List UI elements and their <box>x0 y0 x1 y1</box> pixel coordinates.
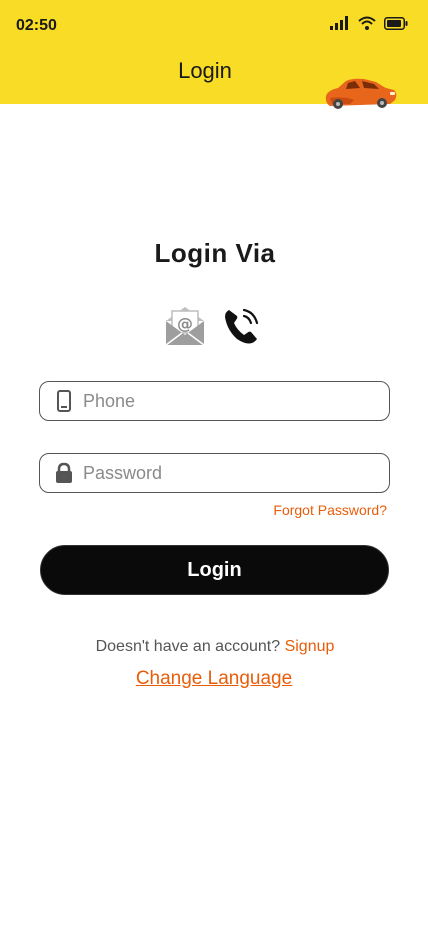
app-header: 02:50 Login <box>0 0 428 109</box>
signup-prompt: Doesn't have an account? Signup <box>0 638 428 656</box>
change-language-link[interactable]: Change Language <box>0 668 428 690</box>
signup-link[interactable]: Signup <box>285 638 335 655</box>
status-time: 02:50 <box>16 17 57 34</box>
phone-field[interactable] <box>39 381 390 421</box>
mobile-phone-icon <box>57 390 71 412</box>
password-field[interactable] <box>39 453 390 493</box>
signal-icon <box>330 16 348 30</box>
wifi-icon <box>358 16 376 30</box>
login-method-selector: @ <box>164 305 262 347</box>
status-icons <box>330 16 408 30</box>
email-icon[interactable]: @ <box>164 305 206 347</box>
phone-call-icon[interactable] <box>222 306 262 346</box>
login-button[interactable]: Login <box>40 545 389 595</box>
phone-input[interactable] <box>82 382 389 420</box>
svg-text:@: @ <box>177 314 193 333</box>
taxi-car-icon <box>325 78 397 109</box>
password-input[interactable] <box>82 454 389 492</box>
lock-icon <box>56 462 72 483</box>
battery-icon <box>384 16 408 30</box>
login-via-heading: Login Via <box>154 238 276 268</box>
no-account-text: Doesn't have an account? <box>95 638 281 655</box>
forgot-password-link[interactable]: Forgot Password? <box>273 502 387 518</box>
